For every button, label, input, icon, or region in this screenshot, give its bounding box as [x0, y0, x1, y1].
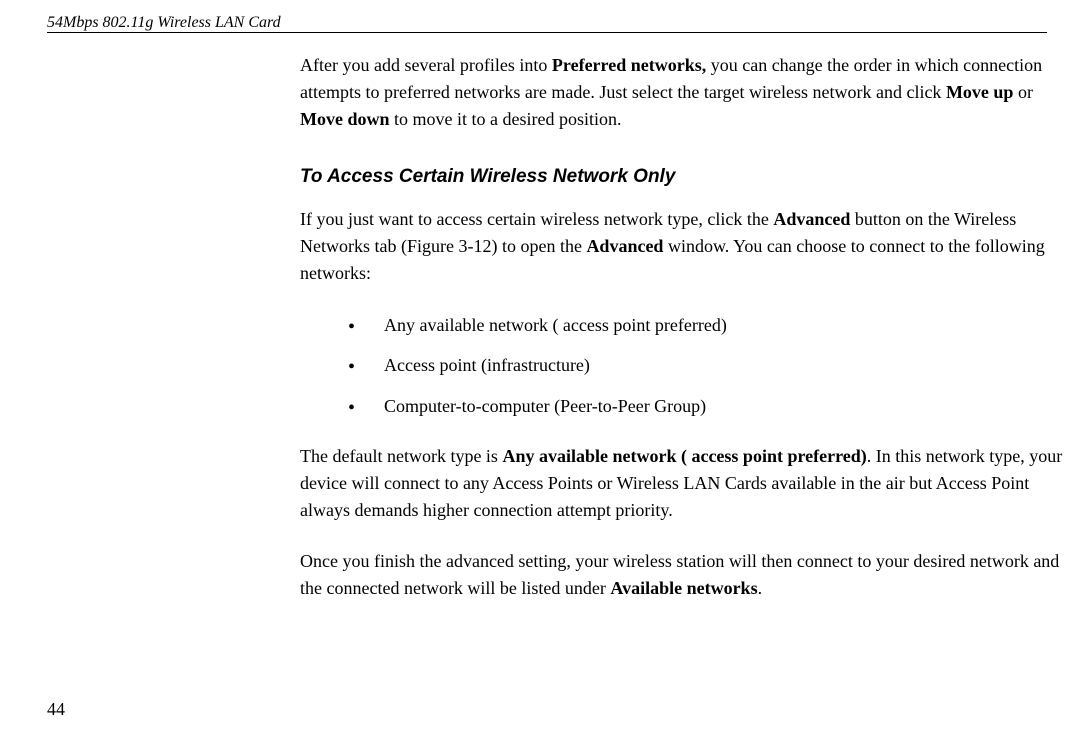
list-item: Any available network ( access point pre…	[300, 311, 1080, 340]
paragraph-4: Once you finish the advanced setting, yo…	[300, 548, 1080, 602]
text: After you add several profiles into	[300, 55, 552, 75]
subheading: To Access Certain Wireless Network Only	[300, 163, 1080, 192]
header-title: 54Mbps 802.11g Wireless LAN Card	[47, 14, 281, 32]
text: If you just want to access certain wirel…	[300, 209, 773, 229]
paragraph-2: If you just want to access certain wirel…	[300, 206, 1080, 287]
list-item: Access point (infrastructure)	[300, 351, 1080, 380]
list-item: Computer-to-computer (Peer-to-Peer Group…	[300, 392, 1080, 421]
bold-text: Any available network ( access point pre…	[502, 446, 866, 466]
bold-text: Advanced	[773, 209, 850, 229]
text: .	[758, 578, 763, 598]
bold-text: Move down	[300, 109, 390, 129]
bold-text: Advanced	[586, 236, 663, 256]
bold-text: Available networks	[610, 578, 757, 598]
paragraph-3: The default network type is Any availabl…	[300, 443, 1080, 524]
text: The default network type is	[300, 446, 502, 466]
text: or	[1013, 82, 1033, 102]
bullet-list: Any available network ( access point pre…	[300, 311, 1080, 421]
header-divider	[47, 32, 1047, 33]
bold-text: Preferred networks,	[552, 55, 706, 75]
text: to move it to a desired position.	[390, 109, 622, 129]
page-number: 44	[47, 699, 65, 720]
bold-text: Move up	[946, 82, 1014, 102]
main-content: After you add several profiles into Pref…	[300, 52, 1080, 622]
paragraph-1: After you add several profiles into Pref…	[300, 52, 1080, 133]
